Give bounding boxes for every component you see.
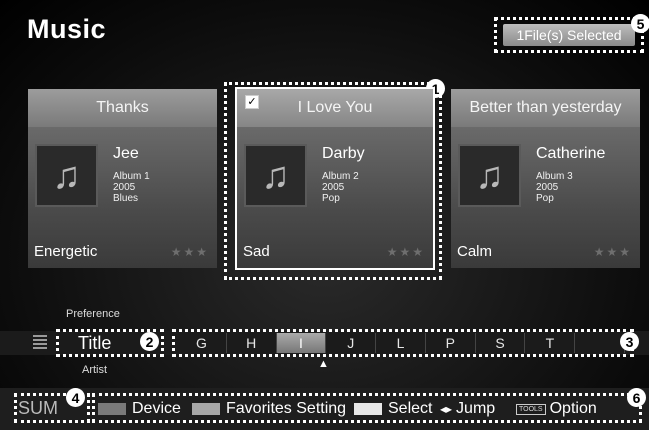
song-title: Better than yesterday	[451, 89, 640, 127]
callout-3: 3	[620, 332, 639, 351]
music-card-selected[interactable]: I Love You ✓ ♫ Darby Album 2 2005 Pop Sa…	[235, 87, 435, 270]
pointer-up-icon: ▲	[318, 358, 329, 370]
sort-option-below[interactable]: Artist	[82, 364, 107, 376]
jump-letter[interactable]: H	[227, 333, 277, 353]
jump-letter[interactable]: J	[326, 333, 377, 353]
jump-letter[interactable]: L	[376, 333, 426, 353]
album-art: ♫	[244, 144, 307, 207]
device-button[interactable]: Device	[98, 400, 181, 418]
song-title: Thanks	[28, 89, 217, 127]
music-note-icon: ♫	[261, 154, 290, 197]
select-button[interactable]: Select	[354, 400, 432, 418]
device-label: Device	[132, 400, 181, 417]
sort-current[interactable]: Title	[78, 333, 111, 354]
option-button[interactable]: TOOLS Option	[516, 400, 597, 418]
rating-stars: ★★★	[170, 245, 209, 259]
jump-letter[interactable]: G	[177, 333, 227, 353]
release-year: 2005	[536, 182, 559, 193]
album-name: Album 3	[536, 171, 573, 182]
yellow-key-icon	[354, 403, 382, 415]
favorites-label: Favorites Setting	[226, 400, 347, 417]
music-card[interactable]: Thanks ♫ Jee Album 1 2005 Blues Energeti…	[28, 89, 217, 268]
callout-5: 5	[631, 14, 649, 33]
red-key-icon	[98, 403, 126, 415]
artist-name: Catherine	[536, 145, 606, 162]
mood: Sad	[243, 243, 270, 260]
jump-label: Jump	[456, 400, 496, 417]
jump-letter[interactable]: T	[525, 333, 576, 353]
page-title: Music	[27, 14, 107, 44]
jump-letter[interactable]: P	[426, 333, 476, 353]
music-card[interactable]: Better than yesterday ♫ Catherine Album …	[451, 89, 640, 268]
music-note-icon: ♫	[52, 154, 81, 197]
mood: Calm	[457, 243, 493, 260]
sort-option-above[interactable]: Preference	[66, 308, 120, 320]
genre: Pop	[322, 193, 340, 204]
genre: Pop	[536, 193, 554, 204]
genre: Blues	[113, 193, 139, 204]
green-key-icon	[192, 403, 220, 415]
artist-name: Darby	[322, 145, 365, 162]
tools-icon: TOOLS	[516, 403, 546, 415]
callout-2: 2	[140, 332, 159, 351]
alphabet-jump-bar: G H I J L P S T	[177, 333, 626, 353]
album-name: Album 2	[322, 171, 359, 182]
callout-6: 6	[627, 388, 646, 407]
album-art: ♫	[458, 144, 521, 207]
album-name: Album 1	[113, 171, 150, 182]
album-art: ♫	[35, 144, 98, 207]
files-selected-badge: 1File(s) Selected	[503, 24, 635, 46]
release-year: 2005	[113, 182, 136, 193]
callout-4: 4	[66, 388, 85, 407]
left-right-arrows-icon: ◂▸	[440, 402, 453, 416]
option-label: Option	[549, 400, 597, 417]
release-year: 2005	[322, 182, 345, 193]
mood: Energetic	[34, 243, 98, 260]
song-title: I Love You	[237, 89, 433, 127]
artist-name: Jee	[113, 145, 139, 162]
list-icon	[33, 335, 47, 349]
rating-stars: ★★★	[386, 245, 425, 259]
sum-label: SUM	[18, 398, 58, 418]
select-label: Select	[388, 400, 433, 417]
screen: Music 1File(s) Selected 5 Thanks ♫ Jee A…	[0, 0, 649, 430]
jump-button[interactable]: ◂▸ Jump	[440, 400, 495, 418]
rating-stars: ★★★	[593, 245, 632, 259]
jump-letter[interactable]	[575, 333, 626, 353]
favorites-setting-button[interactable]: Favorites Setting	[192, 400, 346, 418]
checkbox-checked[interactable]: ✓	[245, 95, 259, 109]
jump-letter-active[interactable]: I	[276, 333, 327, 353]
jump-letter[interactable]: S	[476, 333, 526, 353]
music-note-icon: ♫	[475, 154, 504, 197]
